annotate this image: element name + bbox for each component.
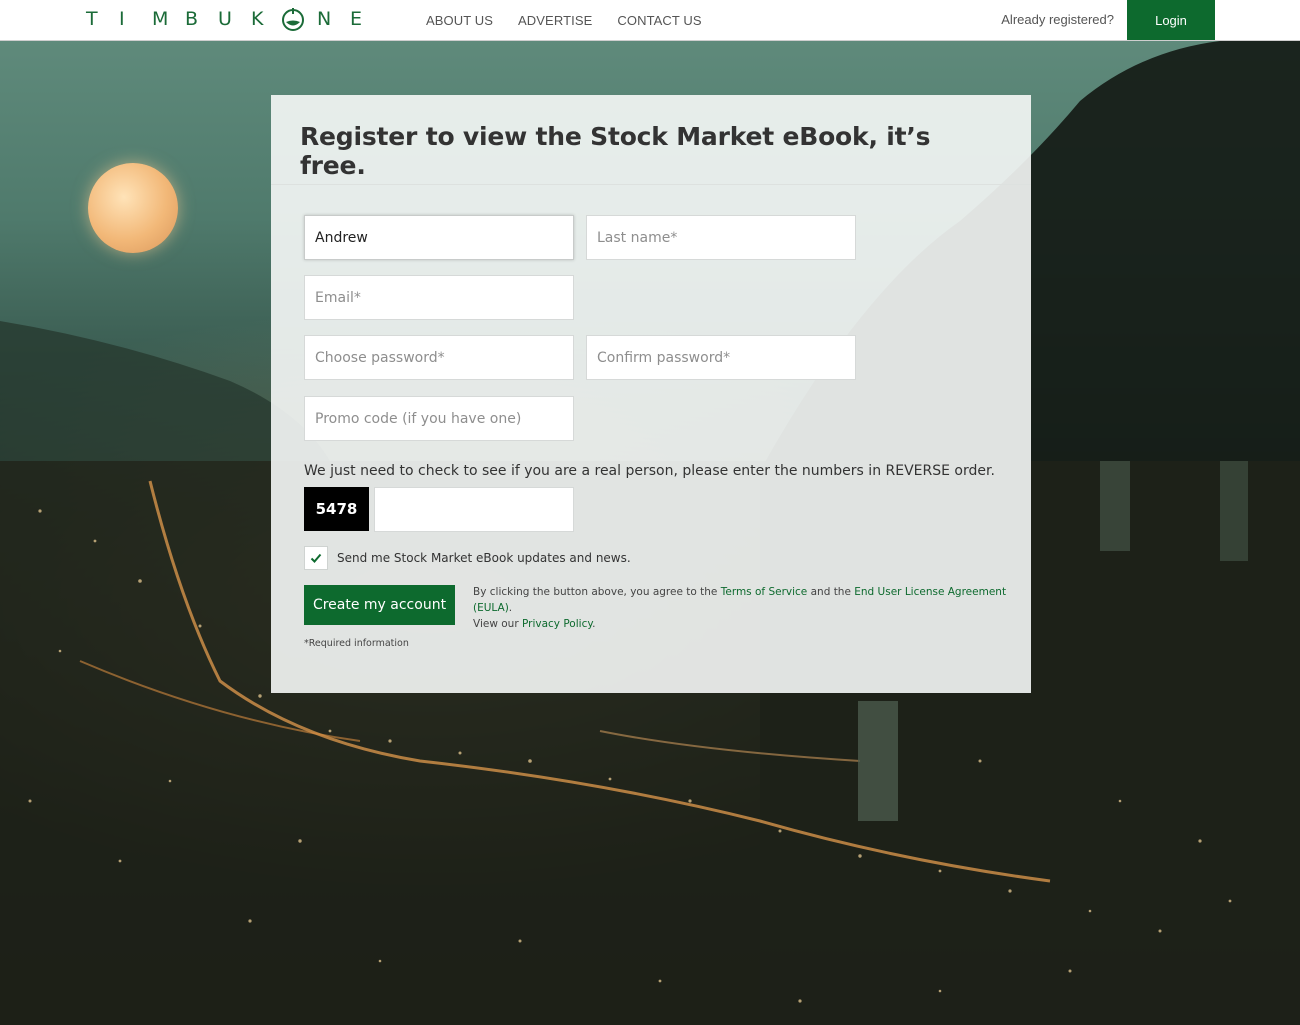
- create-account-button[interactable]: Create my account: [304, 585, 455, 625]
- captcha-input[interactable]: [374, 487, 574, 532]
- legal-text-part: .: [508, 602, 513, 614]
- registration-card: Register to view the Stock Market eBook,…: [271, 95, 1031, 693]
- legal-text-part: and the: [807, 586, 855, 598]
- nav-contact-us[interactable]: CONTACT US: [617, 13, 701, 28]
- legal-text-part: .: [592, 618, 596, 630]
- confirm-password-field[interactable]: [586, 335, 856, 380]
- first-name-field[interactable]: [304, 215, 574, 260]
- logo-letter: U: [218, 8, 232, 30]
- newsletter-checkbox[interactable]: [304, 546, 328, 570]
- nav-about-us[interactable]: ABOUT US: [426, 13, 493, 28]
- terms-of-service-link[interactable]: Terms of Service: [721, 586, 808, 598]
- moon: [88, 163, 178, 253]
- logo-o-icon: [282, 8, 304, 31]
- email-field[interactable]: [304, 275, 574, 320]
- legal-text-part: View our: [473, 618, 522, 630]
- logo-letter: N: [317, 8, 332, 30]
- privacy-policy-link[interactable]: Privacy Policy: [522, 618, 592, 630]
- legal-text: By clicking the button above, you agree …: [473, 584, 1013, 632]
- top-header: T I M B U K N E ABOUT US ADVERTISE CONTA…: [0, 0, 1300, 41]
- logo-letter: M: [152, 8, 169, 30]
- password-field[interactable]: [304, 335, 574, 380]
- checkmark-icon: [310, 553, 322, 563]
- captcha-instruction: We just need to check to see if you are …: [304, 463, 995, 479]
- logo-letter: E: [350, 8, 363, 30]
- page-title: Register to view the Stock Market eBook,…: [300, 122, 931, 180]
- login-button[interactable]: Login: [1127, 0, 1215, 40]
- captcha-code: 5478: [304, 487, 369, 531]
- required-note: *Required information: [304, 638, 409, 649]
- timbukone-logo[interactable]: T I M B U K N E: [86, 6, 383, 32]
- card-header: Register to view the Stock Market eBook,…: [271, 95, 1031, 185]
- nav-advertise[interactable]: ADVERTISE: [518, 13, 592, 28]
- main-nav: ABOUT US ADVERTISE CONTACT US: [426, 13, 702, 28]
- logo-letter: B: [185, 8, 199, 30]
- logo-letter: T: [86, 8, 98, 30]
- logo-letter: I: [119, 8, 125, 30]
- last-name-field[interactable]: [586, 215, 856, 260]
- already-registered-text: Already registered?: [1001, 12, 1114, 27]
- newsletter-label: Send me Stock Market eBook updates and n…: [337, 551, 631, 565]
- promo-code-field[interactable]: [304, 396, 574, 441]
- logo-o-mark: [282, 6, 317, 32]
- legal-text-part: By clicking the button above, you agree …: [473, 586, 721, 598]
